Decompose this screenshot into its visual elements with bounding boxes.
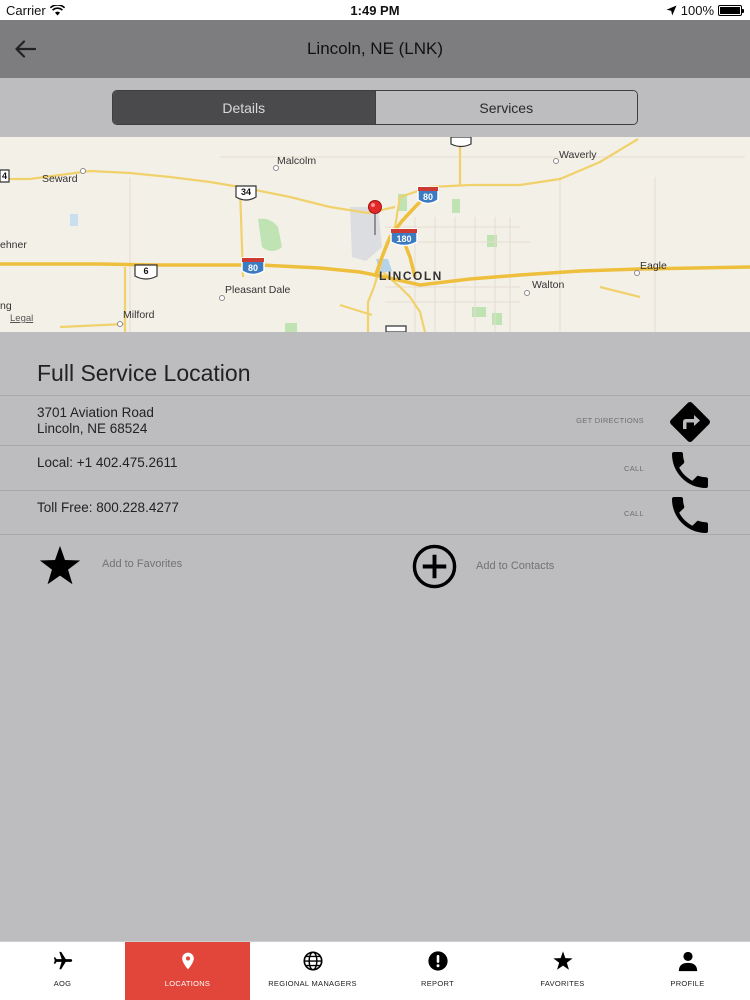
address-line-1: 3701 Aviation Road bbox=[37, 405, 154, 420]
star-icon bbox=[552, 951, 573, 970]
tab-profile[interactable]: PROFILE bbox=[625, 942, 750, 1000]
person-icon bbox=[678, 951, 697, 972]
local-phone-row: Local: +1 402.475.2611 CALL bbox=[0, 445, 750, 490]
tab-label: LOCATIONS bbox=[164, 979, 211, 988]
battery-percent: 100% bbox=[680, 3, 714, 18]
map-label-lincoln: LINCOLN bbox=[379, 269, 443, 283]
map-label-seward: Seward bbox=[42, 173, 78, 185]
local-phone-text: Local: +1 402.475.2611 bbox=[37, 455, 178, 470]
map-label-malcolm: Malcolm bbox=[277, 155, 317, 167]
add-to-favorites-button[interactable]: Add to Favorites bbox=[102, 558, 182, 570]
directions-icon[interactable] bbox=[666, 398, 714, 446]
nav-bar: Lincoln, NE (LNK) bbox=[0, 20, 750, 78]
tab-report[interactable]: REPORT bbox=[375, 942, 500, 1000]
map-graphic bbox=[0, 137, 750, 332]
globe-icon bbox=[302, 951, 323, 971]
get-directions-label[interactable]: GET DIRECTIONS bbox=[576, 416, 644, 425]
tab-aog[interactable]: AOG bbox=[0, 942, 125, 1000]
star-icon[interactable] bbox=[37, 543, 83, 589]
status-time: 1:49 PM bbox=[350, 3, 400, 18]
shield-label-us34: 34 bbox=[240, 187, 251, 197]
call-label[interactable]: CALL bbox=[624, 509, 644, 518]
section-title: Full Service Location bbox=[37, 360, 251, 386]
tab-favorites[interactable]: FAVORITES bbox=[500, 942, 625, 1000]
address-row: 3701 Aviation Road Lincoln, NE 68524 GET… bbox=[0, 395, 750, 445]
tab-regional-managers[interactable]: REGIONAL MANAGERS bbox=[250, 942, 375, 1000]
shield-label-us6: 6 bbox=[143, 266, 149, 276]
airport-area bbox=[350, 207, 382, 261]
tab-label: REGIONAL MANAGERS bbox=[268, 979, 357, 988]
location-arrow-icon bbox=[666, 5, 677, 16]
tab-label: PROFILE bbox=[670, 979, 705, 988]
tab-services[interactable]: Services bbox=[374, 91, 637, 124]
map-pin-icon bbox=[181, 952, 194, 970]
address-text: 3701 Aviation Road Lincoln, NE 68524 bbox=[37, 405, 154, 437]
tab-label: AOG bbox=[53, 979, 72, 988]
map-label-pleasant-dale: Pleasant Dale bbox=[225, 284, 291, 296]
park-area bbox=[472, 307, 486, 317]
alert-icon bbox=[427, 951, 448, 971]
call-label[interactable]: CALL bbox=[624, 464, 644, 473]
secondary-roads bbox=[0, 137, 641, 332]
map-label-ng: ng bbox=[0, 300, 12, 312]
park-area bbox=[492, 313, 502, 325]
bottom-tab-bar: AOG LOCATIONS REGIONAL MANAGERS REPORT F… bbox=[0, 941, 750, 1000]
map-label-waverly: Waverly bbox=[559, 149, 597, 161]
park-area bbox=[452, 199, 460, 213]
add-to-contacts-button[interactable]: Add to Contacts bbox=[476, 560, 554, 572]
shield-label-i80: 80 bbox=[422, 192, 433, 202]
toll-free-row: Toll Free: 800.228.4277 CALL bbox=[0, 490, 750, 535]
tab-label: REPORT bbox=[421, 979, 454, 988]
shield-label-i180: 180 bbox=[396, 234, 412, 244]
status-right: 100% bbox=[666, 3, 744, 18]
shield-label-left: 4 bbox=[1, 171, 7, 181]
tab-locations[interactable]: LOCATIONS bbox=[125, 942, 250, 1000]
park-area bbox=[258, 218, 282, 251]
shield-label-i80: 80 bbox=[247, 263, 258, 273]
battery-icon bbox=[718, 5, 744, 16]
address-line-2: Lincoln, NE 68524 bbox=[37, 421, 148, 436]
map-label-milford: Milford bbox=[123, 309, 155, 321]
map-label-eagle: Eagle bbox=[640, 260, 667, 272]
tab-label: FAVORITES bbox=[540, 979, 585, 988]
add-circle-icon[interactable] bbox=[411, 543, 458, 590]
status-bar: Carrier 1:49 PM 100% bbox=[0, 0, 750, 20]
segmented-control: Details Services bbox=[112, 90, 638, 125]
airplane-icon bbox=[53, 951, 72, 970]
phone-icon[interactable] bbox=[666, 491, 714, 539]
map-label-walton: Walton bbox=[532, 279, 565, 291]
tab-details[interactable]: Details bbox=[113, 91, 375, 124]
water-area bbox=[70, 214, 78, 226]
park-area bbox=[285, 323, 297, 332]
map-view[interactable]: Malcolm Waverly Seward ehner LINCOLN Eag… bbox=[0, 137, 750, 332]
phone-icon[interactable] bbox=[666, 446, 714, 494]
map-legal-link[interactable]: Legal bbox=[10, 313, 33, 324]
map-label-ehner: ehner bbox=[0, 239, 27, 251]
page-title: Lincoln, NE (LNK) bbox=[306, 39, 444, 58]
toll-free-text: Toll Free: 800.228.4277 bbox=[37, 500, 179, 515]
